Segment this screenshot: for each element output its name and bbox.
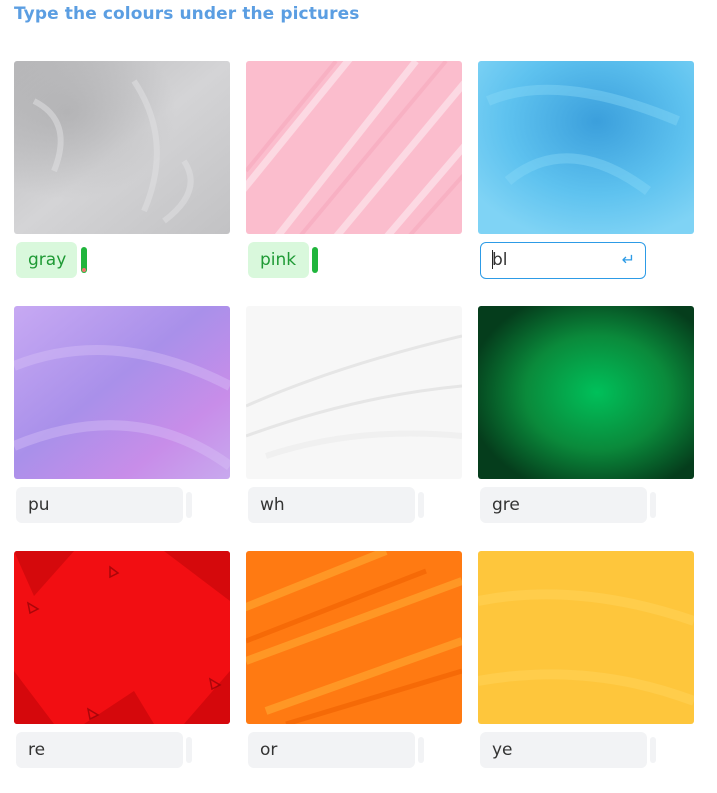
answer-input-blue[interactable]: bl ↵ bbox=[480, 242, 646, 279]
answer-field-gray[interactable]: gray bbox=[16, 242, 77, 278]
answer-field-white[interactable]: wh bbox=[248, 487, 415, 523]
answer-field-pink[interactable]: pink bbox=[248, 242, 309, 278]
progress-bar-yellow bbox=[650, 737, 656, 763]
color-tile-gray bbox=[14, 61, 230, 234]
progress-bar-green bbox=[650, 492, 656, 518]
color-tile-white bbox=[246, 306, 462, 479]
color-tile-purple bbox=[14, 306, 230, 479]
progress-bar-red bbox=[186, 737, 192, 763]
answer-field-purple[interactable]: pu bbox=[16, 487, 183, 523]
color-tile-red bbox=[14, 551, 230, 724]
answer-field-green[interactable]: gre bbox=[480, 487, 647, 523]
color-tile-yellow bbox=[478, 551, 694, 724]
answer-field-orange[interactable]: or bbox=[248, 732, 415, 768]
color-tile-orange bbox=[246, 551, 462, 724]
progress-bar-white bbox=[418, 492, 424, 518]
error-marker bbox=[82, 268, 86, 272]
color-tile-green bbox=[478, 306, 694, 479]
color-tile-pink bbox=[246, 61, 462, 234]
color-tile-blue bbox=[478, 61, 694, 234]
progress-bar-orange bbox=[418, 737, 424, 763]
page-title: Type the colours under the pictures bbox=[14, 4, 360, 24]
enter-key-icon[interactable]: ↵ bbox=[622, 243, 635, 277]
progress-bar-purple bbox=[186, 492, 192, 518]
answer-field-red[interactable]: re bbox=[16, 732, 183, 768]
answer-field-yellow[interactable]: ye bbox=[480, 732, 647, 768]
progress-bar-pink bbox=[312, 247, 318, 273]
answer-input-text: bl bbox=[492, 250, 508, 270]
